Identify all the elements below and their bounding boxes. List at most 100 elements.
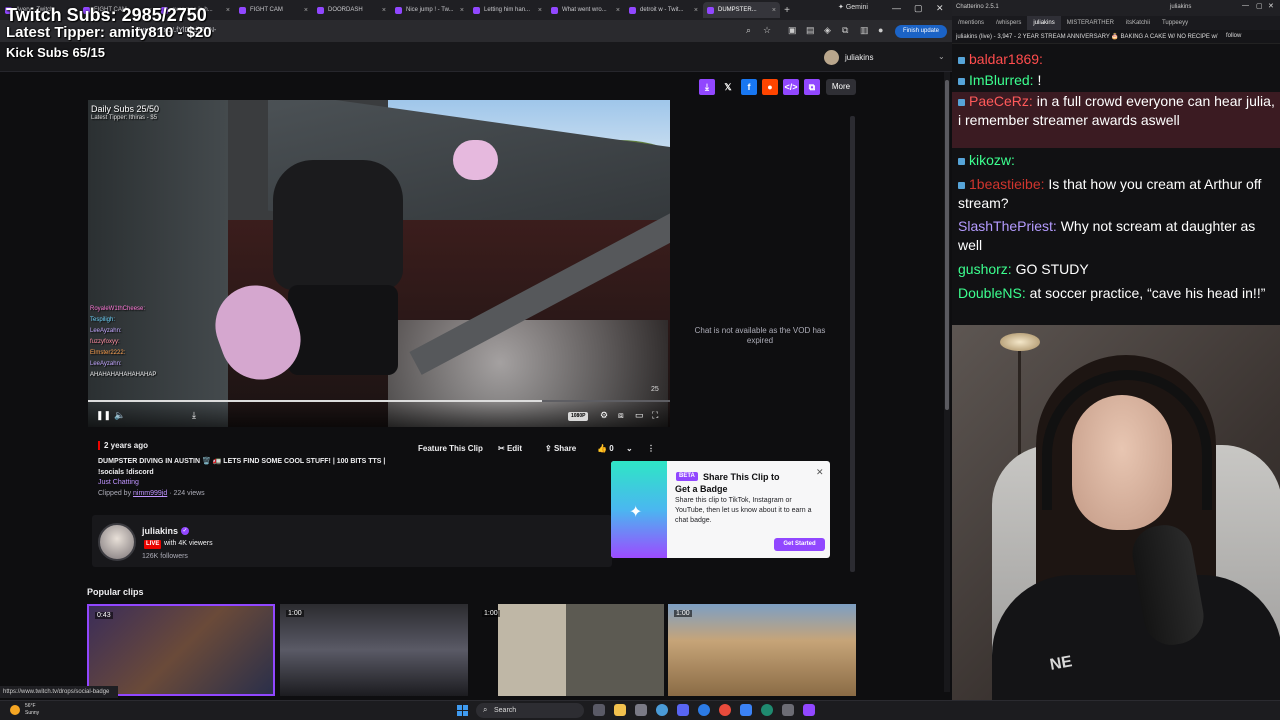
close-tab-icon[interactable]: ×: [769, 7, 776, 14]
clip-thumbnail[interactable]: 1:00: [476, 604, 664, 696]
theatre-mode-icon[interactable]: ▭: [635, 410, 644, 421]
copy-link-icon[interactable]: ⧉: [804, 79, 820, 95]
gemini-button[interactable]: ✦ Gemini: [838, 3, 868, 11]
close-tab-icon[interactable]: ×: [457, 7, 464, 14]
tab-itskatchii[interactable]: itsKatchii: [1120, 16, 1156, 30]
clipper-link[interactable]: nimm999jd: [133, 490, 167, 497]
reddit-icon[interactable]: ●: [762, 79, 778, 95]
pause-icon[interactable]: ❚❚: [96, 410, 111, 421]
settings-gear-icon[interactable]: ⚙: [600, 410, 608, 421]
download-icon[interactable]: ⤓: [699, 79, 715, 95]
close-window-icon[interactable]: ✕: [1268, 2, 1274, 10]
app-icon[interactable]: [761, 704, 773, 716]
user-avatar[interactable]: [824, 50, 839, 65]
tab-juliakins[interactable]: juliakins: [1027, 16, 1061, 30]
browser-tab[interactable]: DOORDASH ×: [313, 2, 390, 18]
windows-start-icon[interactable]: [457, 705, 468, 716]
weather-widget[interactable]: 56°F Sunny: [25, 703, 39, 717]
chrome-icon[interactable]: [719, 704, 731, 716]
close-tab-icon[interactable]: ×: [301, 7, 308, 14]
fullscreen-icon[interactable]: ⛶: [652, 410, 658, 421]
app-icon[interactable]: [782, 704, 794, 716]
channel-name[interactable]: juliakins: [142, 526, 178, 536]
chevron-down-icon[interactable]: ⌄: [938, 52, 945, 61]
browser-tab[interactable]: Letting him han... ×: [469, 2, 546, 18]
profile-icon[interactable]: ●: [878, 25, 883, 35]
page-scrollbar-thumb[interactable]: [945, 80, 949, 410]
chat-username[interactable]: DoubleNS:: [958, 285, 1026, 301]
browser-tab-active[interactable]: DUMPSTER... ×: [703, 2, 780, 18]
clip-thumbnail[interactable]: 0:43: [87, 604, 275, 696]
chat-username[interactable]: baldar1869:: [969, 51, 1043, 67]
video-player[interactable]: Daily Subs 25/50 Latest Tipper: lthiras …: [88, 100, 670, 427]
new-tab-button[interactable]: +: [780, 5, 794, 16]
like-button[interactable]: 👍 0: [597, 441, 614, 456]
close-tab-icon[interactable]: ×: [535, 7, 542, 14]
close-icon[interactable]: ✕: [816, 467, 824, 478]
chat-username[interactable]: ImBlurred:: [969, 72, 1034, 88]
minimize-icon[interactable]: —: [892, 3, 901, 13]
browser-tab[interactable]: Nice jump ! - Tw... ×: [391, 2, 468, 18]
chat-username[interactable]: kikozw:: [969, 152, 1015, 168]
chat-username[interactable]: SlashThePriest:: [958, 218, 1057, 234]
browser-tab[interactable]: FIGHT CAM ×: [235, 2, 312, 18]
maximize-icon[interactable]: ▢: [914, 3, 923, 14]
clip-thumbnail[interactable]: 1:00: [280, 604, 468, 696]
tab-mentions[interactable]: /mentions: [952, 16, 990, 30]
embed-icon[interactable]: </>: [783, 79, 799, 95]
close-window-icon[interactable]: ✕: [936, 3, 944, 14]
maximize-icon[interactable]: ▢: [1256, 2, 1263, 10]
chevron-down-icon[interactable]: ⌄: [626, 441, 633, 456]
close-tab-icon[interactable]: ×: [379, 7, 386, 14]
more-options-icon[interactable]: ⋮: [647, 441, 655, 456]
quality-badge[interactable]: 1080P: [568, 412, 589, 421]
user-name[interactable]: juliakins: [845, 53, 873, 62]
browser-tab[interactable]: What went wro... ×: [547, 2, 624, 18]
edge-icon[interactable]: [698, 704, 710, 716]
facebook-icon[interactable]: f: [741, 79, 757, 95]
channel-avatar[interactable]: [98, 523, 136, 561]
clip-thumbnail[interactable]: 1:00: [668, 604, 856, 696]
feature-clip-button[interactable]: Feature This Clip: [418, 441, 483, 456]
share-button[interactable]: ⇪ Share: [545, 441, 576, 456]
finish-update-button[interactable]: Finish update: [895, 25, 947, 38]
chat-username[interactable]: 1beastieibe:: [969, 176, 1045, 192]
extension-icon[interactable]: ▤: [806, 25, 815, 36]
edit-button[interactable]: ✂ Edit: [498, 441, 522, 456]
twitch-icon[interactable]: [803, 704, 815, 716]
extension-icon[interactable]: ▣: [788, 25, 797, 36]
chat-username[interactable]: gushorz:: [958, 261, 1012, 277]
more-button[interactable]: More: [826, 79, 856, 95]
close-tab-icon[interactable]: ×: [613, 7, 620, 14]
clip-icon[interactable]: ⧈: [618, 410, 624, 421]
puzzle-icon[interactable]: ⧉: [842, 25, 848, 36]
discord-icon[interactable]: [677, 704, 689, 716]
chat-username[interactable]: PaeCeRz:: [969, 93, 1033, 109]
x-twitter-icon[interactable]: 𝕏: [720, 79, 736, 95]
download-icon[interactable]: ⤓: [192, 410, 196, 421]
sidebar-icon[interactable]: ▥: [860, 25, 869, 36]
clip-category-link[interactable]: Just Chatting: [98, 479, 139, 486]
browser-tab[interactable]: detroit w - Twit... ×: [625, 2, 702, 18]
minimize-icon[interactable]: —: [1242, 2, 1249, 9]
channel-card[interactable]: juliakins ✓ LIVE with 4K viewers 126K fo…: [92, 515, 612, 567]
zoom-icon[interactable]: ⌕: [746, 25, 751, 36]
app-icon[interactable]: [740, 704, 752, 716]
file-explorer-icon[interactable]: [614, 704, 626, 716]
chatterino-user[interactable]: juliakins: [1170, 4, 1191, 10]
tab-misterarther[interactable]: MISTERARTHER: [1061, 16, 1120, 30]
bookmark-star-icon[interactable]: ☆: [763, 25, 771, 36]
weather-sun-icon[interactable]: [10, 705, 20, 715]
extension-icon[interactable]: ◈: [824, 25, 831, 36]
store-icon[interactable]: [635, 704, 647, 716]
get-started-button[interactable]: Get Started: [774, 538, 825, 551]
taskbar-search[interactable]: Search: [476, 703, 584, 718]
close-tab-icon[interactable]: ×: [223, 7, 230, 14]
task-view-icon[interactable]: [593, 704, 605, 716]
chat-panel-scrollbar[interactable]: [850, 116, 855, 572]
tab-whispers[interactable]: /whispers: [990, 16, 1027, 30]
app-icon[interactable]: [656, 704, 668, 716]
volume-icon[interactable]: 🔈: [114, 410, 125, 421]
follow-button[interactable]: follow: [1226, 33, 1241, 39]
tab-tuppeeyy[interactable]: Tuppeeyy: [1156, 16, 1194, 30]
